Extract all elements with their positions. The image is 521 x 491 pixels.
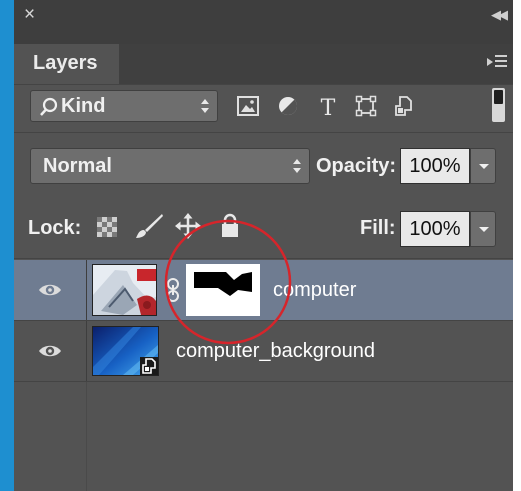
tab-layers[interactable]: Layers	[24, 44, 119, 84]
layer-thumbnail[interactable]	[92, 264, 157, 316]
eye-icon[interactable]	[38, 342, 62, 360]
filter-kind-label: Kind	[61, 95, 106, 117]
filter-kind-dropdown[interactable]: Kind	[30, 90, 218, 122]
dropdown-arrows-icon	[293, 159, 301, 173]
adjustment-filter-icon[interactable]	[276, 94, 300, 118]
divider	[14, 381, 513, 382]
blend-mode-label: Normal	[43, 155, 112, 177]
dropdown-arrows-icon	[201, 99, 209, 113]
layer-row[interactable]: computer	[14, 260, 513, 320]
lock-label: Lock:	[28, 217, 82, 239]
divider	[14, 132, 513, 133]
divider	[14, 84, 513, 85]
eye-icon[interactable]	[38, 281, 62, 299]
opacity-label: Opacity:	[316, 155, 397, 177]
opacity-dropdown-button[interactable]	[470, 148, 496, 184]
shape-filter-icon[interactable]	[354, 94, 378, 118]
layers-empty-area	[86, 382, 87, 491]
visibility-column	[14, 321, 86, 381]
layer-thumbnail[interactable]	[92, 326, 159, 376]
lock-image-pixels-icon[interactable]	[134, 213, 164, 239]
smart-object-filter-icon[interactable]	[392, 94, 416, 118]
visibility-column	[14, 260, 86, 320]
fill-dropdown-button[interactable]	[470, 211, 496, 247]
blend-mode-dropdown[interactable]: Normal	[30, 148, 310, 184]
opacity-input[interactable]: 100%	[400, 148, 470, 184]
layer-name[interactable]: computer_background	[176, 321, 375, 381]
close-icon[interactable]: ×	[24, 0, 35, 30]
tab-strip	[119, 44, 513, 84]
lock-transparent-pixels-icon[interactable]	[97, 217, 117, 237]
filter-toggle-switch[interactable]	[492, 88, 505, 122]
mask-link-icon[interactable]	[166, 278, 180, 302]
layer-name[interactable]: computer	[273, 260, 356, 320]
svg-text:T: T	[321, 96, 336, 118]
image-filter-icon[interactable]	[236, 94, 260, 118]
panel-titlebar: × ◀◀	[14, 0, 513, 44]
layers-panel: × ◀◀ Layers Kind T Normal Opacity: 100% …	[14, 0, 513, 491]
divider	[14, 258, 513, 259]
fill-label: Fill:	[360, 217, 396, 239]
panel-menu-icon[interactable]	[487, 48, 509, 74]
smart-object-badge-icon	[140, 357, 158, 375]
window-edge	[0, 0, 14, 491]
layer-row[interactable]: computer_background	[14, 321, 513, 381]
fill-input[interactable]: 100%	[400, 211, 470, 247]
lock-all-icon[interactable]	[220, 213, 240, 239]
type-filter-icon[interactable]: T	[316, 94, 340, 121]
search-icon	[39, 96, 59, 118]
lock-position-icon[interactable]	[174, 212, 202, 240]
layer-mask-thumbnail[interactable]	[186, 264, 260, 316]
collapse-icon[interactable]: ◀◀	[491, 0, 508, 30]
